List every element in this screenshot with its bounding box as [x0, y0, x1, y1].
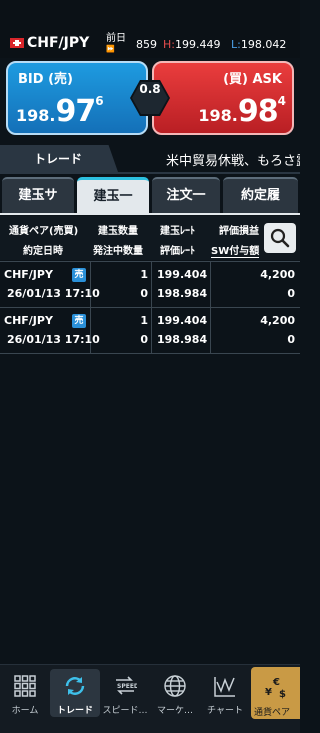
row-qty: 1 [140, 268, 148, 281]
row-pending: 0 [140, 333, 148, 346]
header-eval-pl[interactable]: 評価損益 [219, 222, 259, 237]
ticker-divider [0, 172, 300, 174]
sell-badge: 売 [72, 268, 86, 282]
dollar-icon: $ [279, 689, 286, 700]
refresh-icon [65, 677, 85, 695]
subtab-underline [0, 213, 300, 215]
row-pair: CHF/JPY [4, 268, 53, 281]
row-qty: 1 [140, 314, 148, 327]
row-eval-rate: 198.984 [157, 287, 208, 300]
sell-badge: 売 [72, 314, 86, 328]
ask-button[interactable]: (買) ASK 198.984 [152, 61, 294, 135]
globe-icon [164, 675, 186, 697]
tab-position-list[interactable]: 建玉一 [77, 177, 149, 213]
tab-position-summary[interactable]: 建玉サ [2, 177, 74, 213]
table-row[interactable]: CHF/JPY 売 26/01/13 17:10 1 0 199.404 198… [0, 262, 300, 308]
bid-button[interactable]: BID (売) 198.976 [6, 61, 148, 135]
row-datetime: 26/01/13 17:10 [7, 287, 100, 300]
nav-currency-pair[interactable]: € ¥ $ 通貨ペア [251, 667, 300, 719]
nav-speed[interactable]: SPEED スピード… [100, 669, 150, 717]
prev-day-label: 前日 ⏩ [106, 33, 126, 53]
row-eval-rate: 198.984 [157, 333, 208, 346]
yen-icon: ¥ [265, 687, 272, 698]
row-pl: 4,200 [260, 268, 295, 281]
euro-icon: € [273, 677, 280, 688]
trade-tab[interactable]: トレード [0, 145, 118, 172]
currency-pair-title[interactable]: CHF/JPY [27, 35, 89, 51]
bid-label: BID (売) [18, 72, 73, 87]
tab-execution-history[interactable]: 約定履 [223, 177, 298, 213]
chart-icon [214, 677, 235, 697]
nav-market[interactable]: マーケ… [150, 669, 200, 717]
header-exec-datetime[interactable]: 約定日時 [23, 242, 63, 257]
table-row[interactable]: CHF/JPY 売 26/01/13 17:10 1 0 199.404 198… [0, 308, 300, 354]
svg-text:SPEED: SPEED [117, 683, 137, 690]
high-value: H:199.449 [163, 38, 221, 51]
header-pair-side[interactable]: 通貨ペア(売買) [9, 222, 78, 237]
header-eval-rate[interactable]: 評価ﾚｰﾄ [160, 242, 195, 257]
row-pending: 0 [140, 287, 148, 300]
trade-tab-label: トレード [34, 152, 83, 166]
row-sw: 0 [287, 287, 295, 300]
row-rate: 199.404 [157, 314, 208, 327]
grid-icon [14, 675, 36, 697]
row-pl: 4,200 [260, 314, 295, 327]
header-pending-qty[interactable]: 発注中数量 [93, 242, 143, 257]
prev-day-value: 859 [136, 38, 157, 51]
prev-day-arrow-icon: ⏩ [106, 45, 115, 53]
header-position-rate[interactable]: 建玉ﾚｰﾄ [160, 222, 195, 237]
search-button[interactable] [264, 223, 296, 253]
row-datetime: 26/01/13 17:10 [7, 333, 100, 346]
nav-home[interactable]: ホーム [0, 669, 50, 717]
row-pair: CHF/JPY [4, 314, 53, 327]
table-header: 通貨ペア(売買) 約定日時 建玉数量 発注中数量 建玉ﾚｰﾄ 評価ﾚｰﾄ 評価損… [0, 216, 300, 260]
subtabs: 建玉サ 建玉一 注文一 約定履 [0, 177, 300, 215]
low-value: L:198.042 [231, 38, 287, 51]
swiss-flag-icon [10, 38, 24, 48]
nav-trade[interactable]: トレード [50, 669, 100, 717]
tab-order-list[interactable]: 注文一 [152, 177, 220, 213]
bid-price: 198.976 [16, 94, 104, 129]
nav-chart[interactable]: チャート [200, 669, 250, 717]
news-ticker[interactable]: 米中貿易休戦、もろさ露呈 [166, 150, 300, 169]
header-sw-amount[interactable]: SW付与額 [211, 242, 260, 258]
speed-icon: SPEED [116, 676, 137, 695]
search-icon [270, 228, 290, 248]
row-sw: 0 [287, 333, 295, 346]
header: CHF/JPY 前日 ⏩ 859 H:199.449 L:198.042 [0, 0, 300, 58]
row-rate: 199.404 [157, 268, 208, 281]
ask-label: (買) ASK [223, 72, 282, 87]
ask-price: 198.984 [198, 94, 286, 129]
header-position-qty[interactable]: 建玉数量 [98, 222, 138, 237]
